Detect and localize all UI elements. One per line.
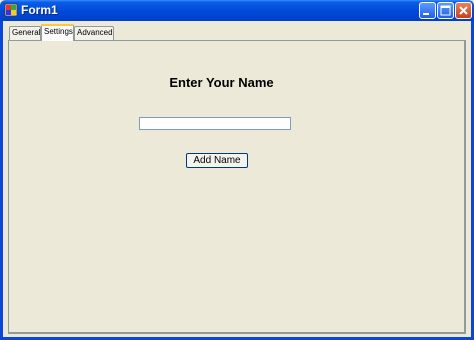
tab-panel-settings: Enter Your Name Add Name (8, 40, 466, 334)
tab-advanced-label: Advanced (77, 28, 113, 37)
name-input[interactable] (139, 117, 291, 130)
close-button[interactable] (455, 2, 472, 19)
page-heading: Enter Your Name (169, 75, 274, 90)
close-icon (459, 6, 468, 15)
app-window: Form1 General Settings Advanced Enter Yo… (0, 0, 474, 340)
title-bar[interactable]: Form1 (0, 0, 474, 21)
tab-settings[interactable]: Settings (41, 24, 74, 41)
minimize-icon (423, 13, 429, 15)
maximize-icon (440, 5, 451, 16)
tab-general[interactable]: General (9, 26, 41, 40)
tab-advanced[interactable]: Advanced (74, 26, 114, 40)
maximize-button[interactable] (437, 2, 454, 19)
tab-settings-label: Settings (44, 27, 73, 36)
window-title: Form1 (21, 3, 58, 17)
app-icon (4, 3, 18, 17)
tab-general-label: General (12, 28, 41, 37)
add-name-button[interactable]: Add Name (186, 153, 248, 168)
form-client-area: General Settings Advanced Enter Your Nam… (3, 21, 471, 337)
minimize-button[interactable] (419, 2, 436, 19)
